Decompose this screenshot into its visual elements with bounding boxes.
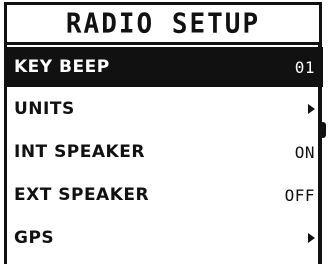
menu-item-label: INT SPEAKER bbox=[14, 142, 145, 162]
arrow-right-icon bbox=[308, 233, 315, 243]
menu-item-ext-speaker[interactable]: EXT SPEAKER OFF bbox=[7, 175, 323, 215]
scrollbar-track[interactable] bbox=[318, 44, 320, 264]
menu-item-units[interactable]: UNITS bbox=[7, 89, 323, 129]
menu-item-label: UNITS bbox=[14, 99, 75, 119]
menu-item-label: GPS bbox=[14, 228, 55, 248]
menu-item-key-beep[interactable]: KEY BEEP 01 bbox=[7, 47, 323, 87]
menu-item-label: EXT SPEAKER bbox=[14, 185, 150, 205]
menu-item-gps[interactable]: GPS bbox=[7, 218, 323, 258]
title-bar: RADIO SETUP bbox=[7, 5, 319, 45]
radio-setup-window: RADIO SETUP KEY BEEP 01 UNITS INT SPEAKE… bbox=[4, 2, 323, 265]
page-title: RADIO SETUP bbox=[65, 7, 261, 40]
menu-item-int-speaker[interactable]: INT SPEAKER ON bbox=[7, 132, 323, 172]
menu-item-value: OFF bbox=[284, 185, 315, 205]
menu-item-value: ON bbox=[294, 142, 315, 162]
menu-item-label: KEY BEEP bbox=[14, 57, 110, 77]
settings-menu: KEY BEEP 01 UNITS INT SPEAKER ON EXT SPE… bbox=[7, 45, 323, 265]
scrollbar-thumb[interactable] bbox=[320, 122, 326, 138]
menu-item-value: 01 bbox=[294, 57, 315, 77]
arrow-right-icon bbox=[308, 104, 315, 114]
